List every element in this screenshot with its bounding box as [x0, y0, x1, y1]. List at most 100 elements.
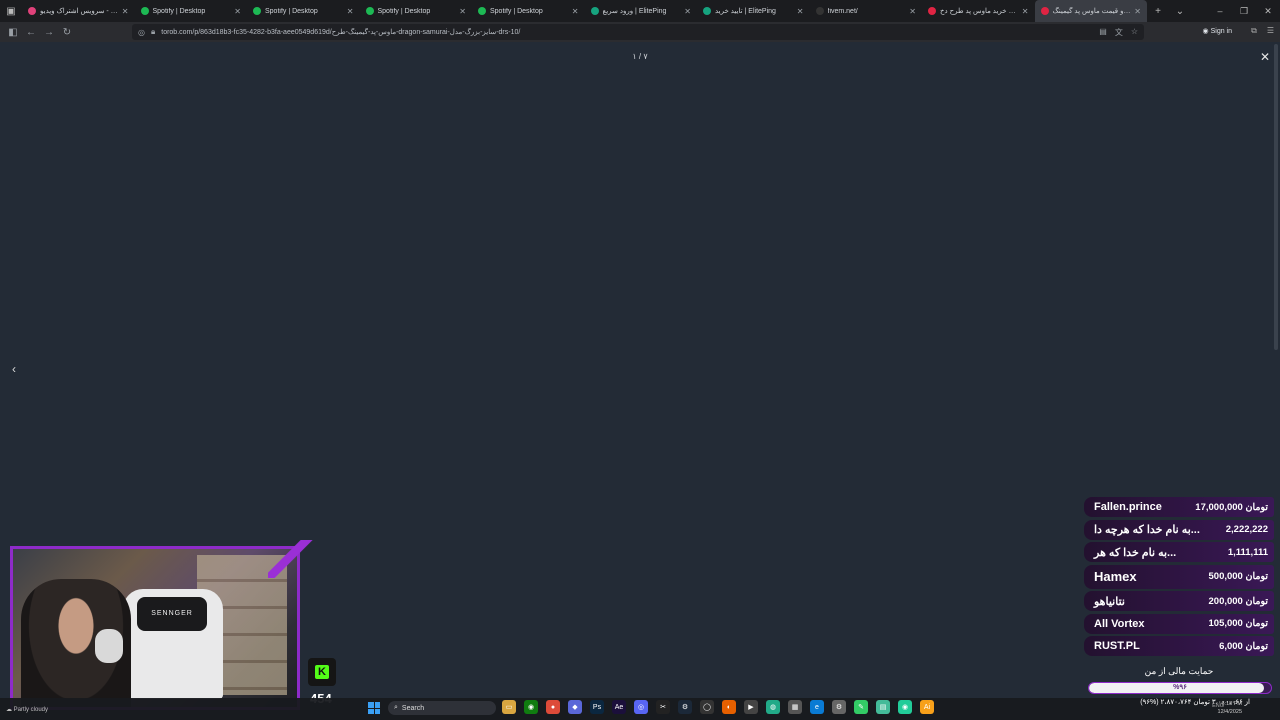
- donor-name: به نام خدا که هرچه دا...: [1094, 524, 1200, 536]
- menu-icon[interactable]: ☰: [1267, 26, 1274, 36]
- donor-name: Hamex: [1094, 569, 1137, 584]
- tab-title: تایید خرید | ElitePing: [715, 8, 776, 15]
- donation-amount: 2,222,222: [1225, 524, 1268, 535]
- tab-close-icon[interactable]: ✕: [1022, 7, 1029, 16]
- toolbar-extras: ⧉ ☰: [1251, 26, 1274, 36]
- tab-favicon-icon: [365, 7, 374, 15]
- donation-goal-percent: %۹۶: [1173, 684, 1187, 691]
- tab-close-icon[interactable]: ✕: [684, 7, 691, 16]
- weather-widget[interactable]: ☁ Partly cloudy: [6, 706, 48, 713]
- tab-close-icon[interactable]: ✕: [234, 7, 241, 16]
- tab-favicon-icon: [815, 7, 824, 15]
- maximize-icon[interactable]: ❐: [1232, 0, 1256, 22]
- weather-label: Partly cloudy: [13, 707, 49, 713]
- donation-amount: 105,000 تومان: [1208, 618, 1269, 629]
- new-tab-icon[interactable]: +: [1147, 6, 1169, 17]
- back-icon[interactable]: ←: [22, 27, 40, 38]
- tool-icon[interactable]: ✎: [854, 700, 868, 714]
- tab-favicon-icon: [140, 7, 149, 15]
- clock-time: 6:18 PM: [1221, 701, 1242, 707]
- donor-name: نتانیاهو: [1094, 595, 1125, 608]
- donation-row: به نام خدا که هرچه دا... 2,222,222: [1084, 519, 1274, 540]
- browser-tab[interactable]: ورود سریع | ElitePing ✕: [585, 0, 698, 22]
- tab-close-icon[interactable]: ✕: [572, 7, 579, 16]
- tab-title: Spotify | Desktop: [152, 7, 206, 15]
- taskbar-search[interactable]: ⌕ Search: [388, 701, 496, 715]
- window-close-icon[interactable]: ✕: [1256, 0, 1280, 22]
- donor-name: RUST.PL: [1094, 640, 1140, 652]
- browser-tab[interactable]: Spotify | Desktop ✕: [360, 0, 473, 22]
- forward-icon[interactable]: →: [40, 27, 58, 38]
- browser-tab[interactable]: fivem.net/ ✕: [810, 0, 923, 22]
- sign-in-label: Sign in: [1210, 28, 1232, 35]
- lock-icon[interactable]: 🔒︎: [151, 27, 155, 37]
- previous-image-icon[interactable]: ‹: [12, 362, 16, 376]
- browser-tab[interactable]: Spotify | Desktop ✕: [247, 0, 360, 22]
- settings-icon[interactable]: ⚙: [832, 700, 846, 714]
- capcut-icon[interactable]: ✂: [656, 700, 670, 714]
- minimize-icon[interactable]: –: [1208, 0, 1232, 22]
- tab-actions-icon[interactable]: ▣: [0, 0, 22, 22]
- browser-tab[interactable]: خرید و قیمت ماوس پد گیمینگ ...✕: [1034, 0, 1147, 22]
- kick-logo-letter: K: [315, 665, 329, 679]
- donation-amount: 6,000 تومان: [1219, 640, 1268, 652]
- translate-icon[interactable]: 文: [1115, 27, 1123, 38]
- reader-view-icon[interactable]: ▤: [1099, 27, 1107, 38]
- address-bar[interactable]: ◎ 🔒︎ torob.com/p/863d18b3-fc35-4282-b3fa…: [132, 24, 1144, 40]
- tab-favicon-icon: [1040, 7, 1049, 15]
- files-icon[interactable]: ▦: [788, 700, 802, 714]
- tab-favicon-icon: [253, 7, 261, 15]
- browser-tab[interactable]: تایید خرید | ElitePing ✕: [697, 0, 810, 22]
- shield-icon[interactable]: ◎: [138, 28, 145, 37]
- obs-icon[interactable]: ◯: [700, 700, 714, 714]
- donation-row: Hamex 500,000 تومان: [1084, 564, 1274, 589]
- search-icon: ⌕: [394, 704, 398, 711]
- tab-close-icon[interactable]: ✕: [122, 7, 129, 16]
- firefox-icon[interactable]: ◐: [722, 700, 736, 714]
- headphones: [95, 629, 123, 663]
- photoshop-icon[interactable]: Ps: [590, 700, 604, 714]
- tab-favicon-icon: [478, 7, 486, 15]
- chrome-icon[interactable]: ●: [546, 700, 560, 714]
- game-icon[interactable]: ◉: [898, 700, 912, 714]
- tab-favicon-icon: [28, 7, 36, 15]
- donation-amount: 17,000,000 تومان: [1195, 501, 1268, 513]
- edge-icon[interactable]: e: [810, 700, 824, 714]
- tab-close-icon[interactable]: ✕: [347, 7, 354, 16]
- tab-close-icon[interactable]: ✕: [1134, 7, 1141, 16]
- browser-tab[interactable]: آپارات - سرویس اشتراک ویدیو✕: [22, 0, 135, 22]
- copilot-icon[interactable]: ◆: [568, 700, 582, 714]
- tab-close-icon[interactable]: ✕: [459, 7, 466, 16]
- browser-tab[interactable]: قیمت و خرید ماوس پد طرح دخ...✕: [922, 0, 1035, 22]
- discord-icon[interactable]: ◎: [634, 700, 648, 714]
- url-text[interactable]: torob.com/p/863d18b3-fc35-4282-b3fa-aee0…: [161, 28, 1099, 36]
- donation-row: Fallen.prince 17,000,000 تومان: [1084, 497, 1274, 517]
- support-title: حمایت مالی از من: [1144, 666, 1214, 676]
- app-icon[interactable]: ▶: [744, 700, 758, 714]
- tab-close-icon[interactable]: ✕: [797, 7, 804, 16]
- reload-icon[interactable]: ↻: [58, 27, 76, 38]
- xbox-icon[interactable]: ◉: [524, 700, 538, 714]
- illustrator-icon[interactable]: Ai: [920, 700, 934, 714]
- chat-icon[interactable]: ▤: [876, 700, 890, 714]
- webcam-frame-accent: [268, 540, 322, 578]
- browser-icon[interactable]: ◍: [766, 700, 780, 714]
- after-effects-icon[interactable]: Ae: [612, 700, 626, 714]
- steam-icon[interactable]: ⚙: [678, 700, 692, 714]
- tab-title: Spotify | Desktop: [265, 7, 318, 15]
- webcam-feed: SENNGER: [10, 546, 300, 710]
- sidebar-toggle-icon[interactable]: ◧: [4, 27, 22, 38]
- account-icon: ◉: [1202, 28, 1209, 35]
- extensions-icon[interactable]: ⧉: [1251, 26, 1257, 36]
- taskbar-clock[interactable]: 6:18 PM 12/4/2025: [1218, 700, 1242, 716]
- sign-in-button[interactable]: ◉ Sign in: [1203, 27, 1232, 35]
- bookmark-star-icon[interactable]: ☆: [1131, 27, 1138, 38]
- browser-tab[interactable]: Spotify | Desktop ✕: [472, 0, 585, 22]
- tab-list-chevron-icon[interactable]: ⌄: [1169, 6, 1191, 17]
- browser-tab[interactable]: Spotify | Desktop ✕: [135, 0, 248, 22]
- scrollbar[interactable]: [1274, 44, 1278, 350]
- close-viewer-icon[interactable]: ✕: [1260, 50, 1270, 64]
- start-button[interactable]: [368, 702, 380, 714]
- tab-close-icon[interactable]: ✕: [909, 7, 916, 16]
- file-explorer-icon[interactable]: ▭: [502, 700, 516, 714]
